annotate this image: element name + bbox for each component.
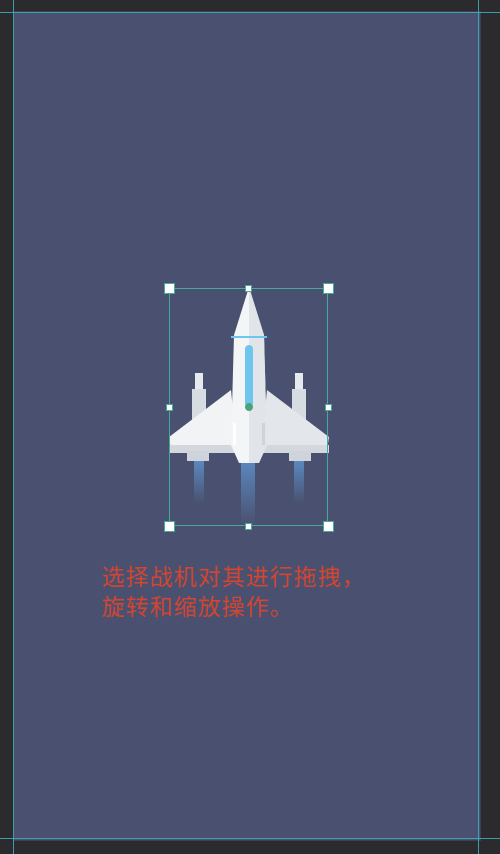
resize-handle-right[interactable]: [325, 404, 332, 411]
resize-handle-bottom[interactable]: [245, 523, 252, 530]
resize-handle-top-right[interactable]: [323, 283, 334, 294]
instruction-line-2: 旋转和缩放操作。: [102, 595, 294, 621]
resize-handle-top-left[interactable]: [164, 283, 175, 294]
resize-handle-bottom-left[interactable]: [164, 521, 175, 532]
left-guide-line: [13, 0, 14, 854]
instruction-text: 选择战机对其进行拖拽， 旋转和缩放操作。: [102, 563, 432, 623]
selection-box[interactable]: [169, 288, 328, 526]
resize-handle-left[interactable]: [166, 404, 173, 411]
resize-handle-bottom-right[interactable]: [323, 521, 334, 532]
right-guide-line: [478, 0, 479, 854]
resize-handle-top[interactable]: [245, 285, 252, 292]
instruction-line-1: 选择战机对其进行拖拽，: [102, 565, 366, 591]
bottom-guide-line: [0, 838, 500, 839]
top-guide-line: [0, 12, 500, 13]
